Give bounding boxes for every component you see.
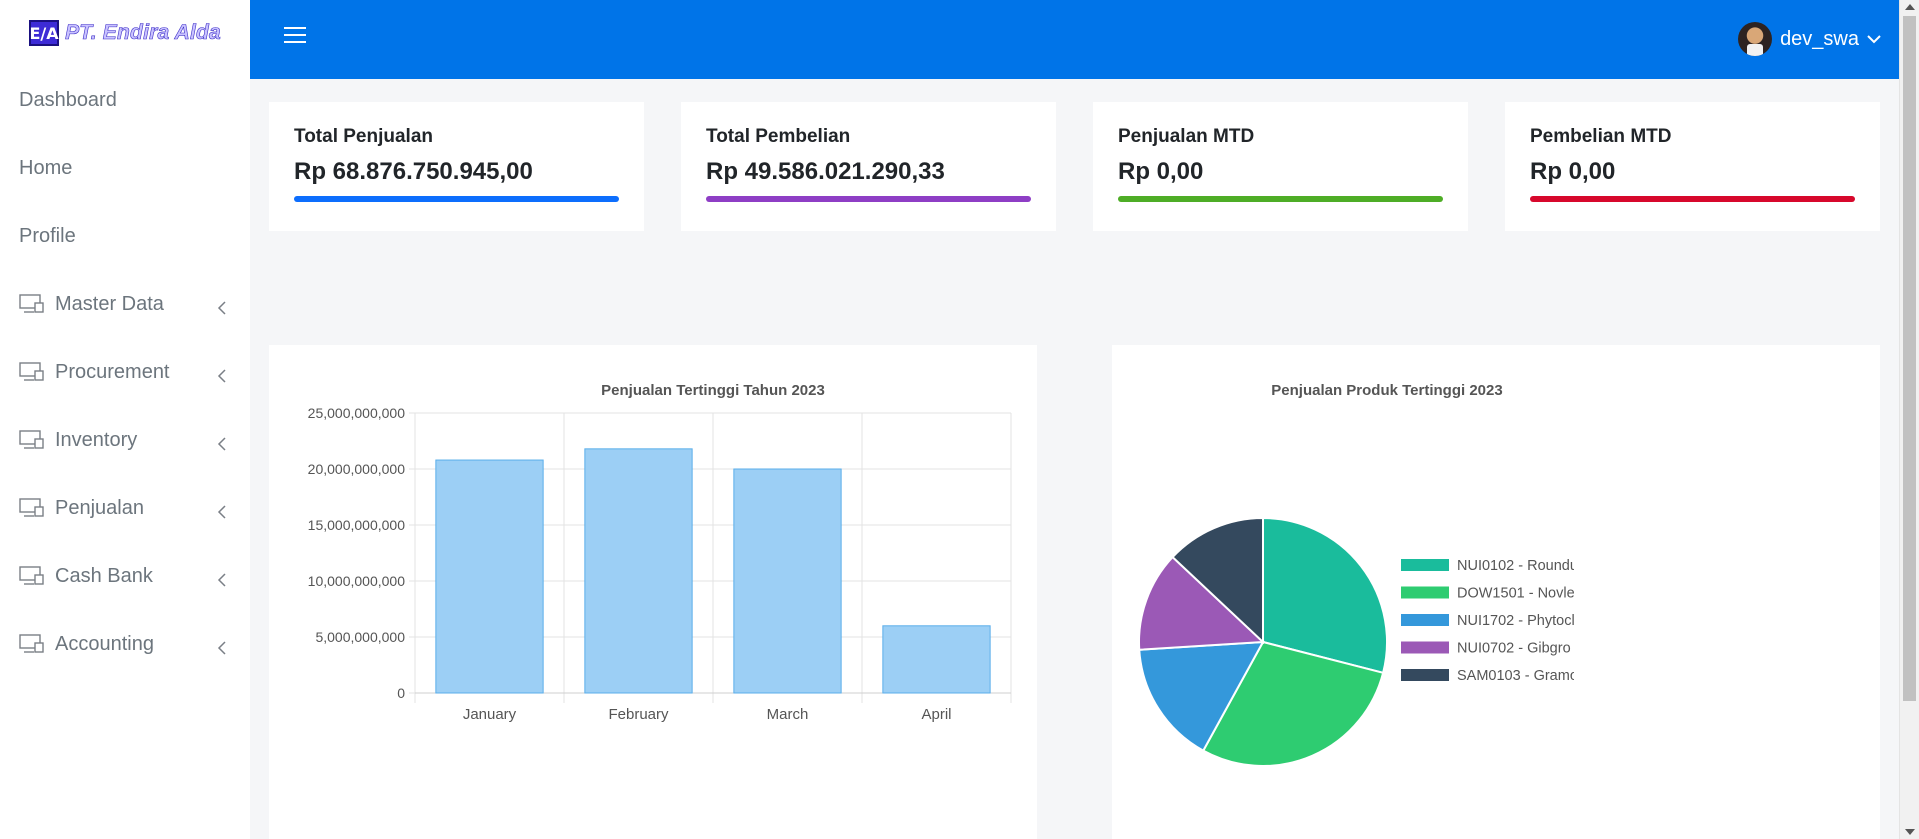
y-tick-label: 15,000,000,000 [308,517,406,533]
brand[interactable]: E/A PT. Endira Alda [0,0,250,66]
y-tick-label: 20,000,000,000 [308,461,406,477]
monitor-icon [19,634,45,654]
sidebar-item-inventory[interactable]: Inventory [0,406,250,474]
pie-chart-panel: Penjualan Produk Tertinggi 2023 NUI0102 -… [1112,345,1880,839]
y-tick-label: 5,000,000,000 [315,629,405,645]
card-value: Rp 49.586.021.290,33 [706,158,945,185]
sidebar-item-label: Dashboard [19,88,117,111]
sidebar-item-penjualan[interactable]: Penjualan [0,474,250,542]
chevron-left-icon [216,366,228,383]
card-value: Rp 68.876.750.945,00 [294,158,533,185]
x-tick-label: February [608,706,669,723]
sidebar-item-dashboard[interactable]: Dashboard [0,66,250,134]
card-accent-bar [706,196,1031,202]
chevron-left-icon [216,434,228,451]
sidebar-item-procurement[interactable]: Procurement [0,338,250,406]
stat-card-penjualan-mtd: Penjualan MTD Rp 0,00 [1093,102,1468,231]
hamburger-icon[interactable] [284,27,306,45]
legend: NUI0102 - Roundup Biosor DOW1501 - Novlec… [1401,558,1634,684]
sidebar-item-label: Master Data [55,292,164,315]
sidebar-item-cash-bank[interactable]: Cash Bank [0,542,250,610]
sidebar-item-profile[interactable]: Profile [0,202,250,270]
sidebar: E/A PT. Endira Alda Dashboard Home Profi… [0,0,250,839]
scroll-up-arrow-icon[interactable] [1905,4,1915,10]
card-value: Rp 0,00 [1118,158,1204,185]
stat-card-total-pembelian: Total Pembelian Rp 49.586.021.290,33 [681,102,1056,231]
legend-label: NUI1702 - Phytoclor 82.5 V [1457,613,1634,629]
user-menu[interactable]: dev_swa [1738,20,1881,58]
chevron-left-icon [216,298,228,315]
card-title: Penjualan MTD [1118,126,1255,147]
page-scrollbar[interactable] [1899,0,1919,839]
chart-title: Penjualan Produk Tertinggi 2023 [1271,382,1502,399]
y-tick-label: 10,000,000,000 [308,573,406,589]
monitor-icon [19,566,45,586]
stat-card-pembelian-mtd: Pembelian MTD Rp 0,00 [1505,102,1880,231]
bar-chart-panel: Penjualan Tertinggi Tahun 2023 25,000,000… [269,345,1037,839]
chevron-left-icon [216,638,228,655]
monitor-icon [19,294,45,314]
brand-logo: E/A [29,20,60,46]
bar [435,459,544,694]
sidebar-nav: Dashboard Home Profile Master Data Procu… [0,66,250,678]
monitor-icon [19,362,45,382]
y-tick-label: 25,000,000,000 [308,405,406,421]
bar [584,448,693,694]
y-tick-label: 0 [397,685,405,701]
bar-chart: Penjualan Tertinggi Tahun 2023 25,000,000… [308,382,1012,723]
legend-label: NUI0702 - Gibgro 10 SP [1457,641,1614,657]
legend-swatch [1401,641,1449,654]
chevron-down-icon [1867,32,1881,46]
brand-name: PT. Endira Alda [65,21,221,45]
scroll-down-arrow-icon[interactable] [1905,829,1915,835]
sidebar-item-label: Penjualan [55,496,144,519]
card-value: Rp 0,00 [1530,158,1616,185]
scroll-thumb[interactable] [1903,16,1916,701]
card-accent-bar [294,196,619,202]
sidebar-item-label: Inventory [55,428,138,451]
avatar [1738,22,1773,56]
x-tick-label: January [463,706,517,723]
bar [882,625,991,694]
legend-swatch [1401,559,1449,571]
monitor-icon [19,498,45,518]
sidebar-item-accounting[interactable]: Accounting [0,610,250,678]
x-tick-label: April [921,706,951,723]
sidebar-item-label: Procurement [55,360,170,383]
legend-label: NUI0102 - Roundup Biosor [1457,558,1631,574]
legend-swatch [1401,586,1449,599]
card-title: Pembelian MTD [1530,126,1672,147]
sidebar-item-label: Cash Bank [55,564,153,587]
legend-swatch [1401,614,1449,626]
card-title: Total Pembelian [706,126,851,147]
legend-swatch [1401,669,1449,681]
monitor-icon [19,430,45,450]
chevron-left-icon [216,502,228,519]
sidebar-item-home[interactable]: Home [0,134,250,202]
legend-label: DOW1501 - Novlect 120 E( [1457,586,1633,602]
sidebar-item-master-data[interactable]: Master Data [0,270,250,338]
stat-card-total-penjualan: Total Penjualan Rp 68.876.750.945,00 [269,102,644,231]
card-accent-bar [1530,196,1855,202]
username: dev_swa [1780,27,1859,50]
sidebar-item-label: Profile [19,224,76,247]
chart-title: Penjualan Tertinggi Tahun 2023 [601,382,825,399]
legend-label: SAM0103 - Gramoxone 27( [1457,668,1634,684]
x-tick-label: March [767,706,809,723]
bar [733,468,842,694]
pie-chart: Penjualan Produk Tertinggi 2023 NUI0102 -… [1138,382,1634,767]
sidebar-item-label: Home [19,156,73,179]
sidebar-item-label: Accounting [55,632,154,655]
chevron-left-icon [216,570,228,587]
topbar: dev_swa [250,0,1899,79]
card-title: Total Penjualan [294,126,434,147]
card-accent-bar [1118,196,1443,202]
